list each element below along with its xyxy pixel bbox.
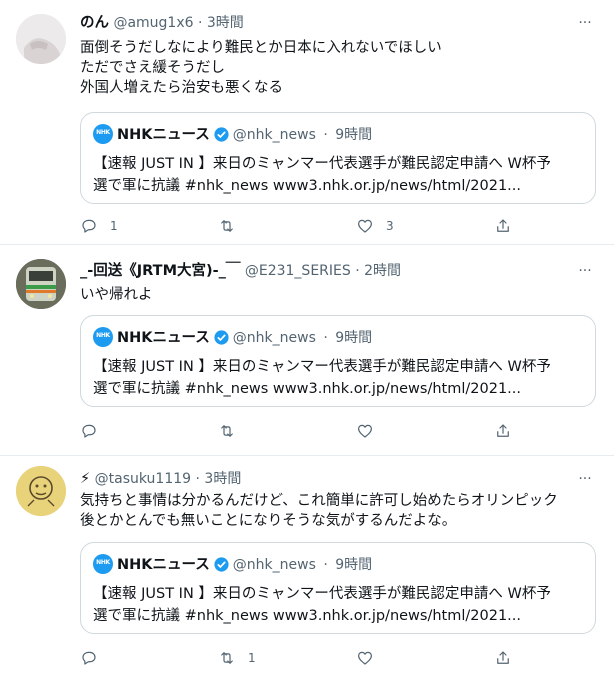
tweet-text: 気持ちと事情は分かるんだけど、これ簡単に許可し始めたらオリンピック 後とかとんで… — [80, 491, 600, 531]
avatar[interactable] — [16, 466, 66, 516]
reply-count: 1 — [110, 219, 118, 233]
timestamp[interactable]: 2時間 — [364, 263, 401, 279]
tweet-header: ⚡ @tasuku1119 · 3時間 — [80, 470, 241, 488]
quoted-author-handle[interactable]: @nhk_news — [233, 127, 316, 143]
verified-badge-icon — [214, 126, 229, 142]
retweet-icon — [221, 220, 233, 232]
retweet-icon — [221, 425, 233, 437]
quoted-text-line: 【速報 JUST IN 】来日のミャンマー代表選手が難民認定申請へ W杯予 — [93, 586, 551, 602]
like-icon — [358, 424, 372, 438]
author-name[interactable]: _-回送《JRTM大宮)-_￣ — [80, 263, 240, 279]
like-icon — [358, 651, 372, 665]
author-handle[interactable]: @tasuku1119 — [95, 471, 191, 487]
quoted-timestamp[interactable]: 9時間 — [335, 557, 372, 573]
more-icon[interactable]: ··· — [574, 264, 596, 284]
share-button[interactable] — [494, 216, 512, 236]
quoted-timestamp[interactable]: 9時間 — [335, 127, 372, 143]
retweet-button[interactable]: 1 — [218, 648, 256, 668]
separator: · — [355, 263, 360, 279]
share-icon — [497, 424, 509, 437]
quoted-author-name[interactable]: NHKニュース — [117, 127, 210, 143]
quoted-tweet[interactable]: NHK NHKニュース @nhk_news · 9時間 【速報 JUST IN 】来… — [80, 542, 596, 634]
tweet-text-line: 気持ちと事情は分かるんだけど、これ簡単に許可し始めたらオリンピック — [80, 493, 558, 509]
quoted-author-name[interactable]: NHKニュース — [117, 557, 210, 573]
separator: · — [323, 557, 328, 573]
quoted-tweet-header: NHK NHKニュース @nhk_news · 9時間 — [93, 327, 372, 348]
avatar[interactable] — [16, 259, 66, 309]
reply-button[interactable] — [80, 421, 110, 441]
share-icon — [497, 651, 509, 664]
reply-icon — [82, 651, 96, 665]
like-button[interactable] — [356, 648, 386, 668]
author-handle[interactable]: @E231_SERIES — [245, 263, 351, 279]
tweet-text-line: いや帰れよ — [80, 287, 153, 303]
quoted-tweet-text: 【速報 JUST IN 】来日のミャンマー代表選手が難民認定申請へ W杯予 選で… — [93, 583, 583, 627]
tweet-text-line: ただでさえ緩そうだし — [80, 60, 225, 76]
tweet-text-line: 外国人増えたら治安も悪くなる — [80, 80, 283, 96]
tweet[interactable]: _-回送《JRTM大宮)-_￣ @E231_SERIES · 2時間 ··· い… — [0, 245, 614, 455]
tweet-text-line: 面倒そうだしなにより難民とか日本に入れないでほしい — [80, 40, 442, 56]
like-button[interactable]: 3 — [356, 216, 394, 236]
quoted-tweet-text: 【速報 JUST IN 】来日のミャンマー代表選手が難民認定申請へ W杯予 選で… — [93, 153, 583, 197]
tweet-text: 面倒そうだしなにより難民とか日本に入れないでほしい ただでさえ緩そうだし 外国人… — [80, 38, 600, 98]
retweet-button[interactable] — [218, 421, 248, 441]
verified-badge-icon — [214, 556, 229, 572]
separator: · — [197, 15, 203, 31]
retweet-count: 1 — [248, 651, 256, 665]
like-icon — [358, 219, 372, 233]
timestamp[interactable]: 3時間 — [207, 15, 244, 31]
nhk-logo-text: NHK — [96, 129, 110, 136]
more-icon[interactable]: ··· — [574, 472, 596, 492]
tweet-text-line: 後とかとんでも無いことになりそうな気がするんだよな。 — [80, 513, 457, 529]
nhk-logo-text: NHK — [96, 332, 110, 339]
tweet-actions: 1 — [80, 648, 600, 668]
share-button[interactable] — [494, 648, 512, 668]
tweet-actions: 1 3 — [80, 216, 600, 236]
share-icon — [497, 219, 509, 232]
tweet-header: のん @amug1x6 · 3時間 — [80, 14, 244, 32]
quoted-author-name[interactable]: NHKニュース — [117, 330, 210, 346]
quoted-author-handle[interactable]: @nhk_news — [233, 330, 316, 346]
author-handle[interactable]: @amug1x6 — [113, 15, 193, 31]
author-name[interactable]: のん — [80, 15, 109, 31]
reply-icon — [82, 424, 96, 438]
quoted-text-line: 選で軍に抗議 #nhk_news www3.nhk.or.jp/news/htm… — [93, 608, 521, 624]
nhk-logo-text: NHK — [96, 559, 110, 566]
more-icon[interactable]: ··· — [574, 16, 596, 36]
separator: · — [195, 471, 200, 487]
like-button[interactable] — [356, 421, 386, 441]
avatar[interactable] — [16, 14, 66, 64]
verified-badge-icon — [214, 329, 229, 345]
reply-button[interactable]: 1 — [80, 216, 118, 236]
tweet-header: _-回送《JRTM大宮)-_￣ @E231_SERIES · 2時間 — [80, 262, 401, 280]
share-button[interactable] — [494, 421, 512, 441]
quoted-tweet-text: 【速報 JUST IN 】来日のミャンマー代表選手が難民認定申請へ W杯予 選で… — [93, 356, 583, 400]
nhk-logo-avatar[interactable]: NHK — [93, 554, 113, 574]
timestamp[interactable]: 3時間 — [204, 471, 241, 487]
quoted-text-line: 選で軍に抗議 #nhk_news www3.nhk.or.jp/news/htm… — [93, 178, 521, 194]
nhk-logo-avatar[interactable]: NHK — [93, 124, 113, 144]
quoted-text-line: 【速報 JUST IN 】来日のミャンマー代表選手が難民認定申請へ W杯予 — [93, 156, 551, 172]
reply-icon — [82, 219, 96, 233]
author-name[interactable]: ⚡ — [80, 471, 90, 487]
quoted-tweet[interactable]: NHK NHKニュース @nhk_news · 9時間 【速報 JUST IN 】来… — [80, 112, 596, 204]
nhk-logo-avatar[interactable]: NHK — [93, 327, 113, 347]
quoted-author-handle[interactable]: @nhk_news — [233, 557, 316, 573]
tweet[interactable]: のん @amug1x6 · 3時間 ··· 面倒そうだしなにより難民とか日本に入… — [0, 0, 614, 244]
separator: · — [323, 330, 328, 346]
retweet-button[interactable] — [218, 216, 248, 236]
reply-button[interactable] — [80, 648, 110, 668]
tweet[interactable]: ⚡ @tasuku1119 · 3時間 ··· 気持ちと事情は分かるんだけど、こ… — [0, 456, 614, 680]
retweet-icon — [221, 652, 233, 664]
quoted-timestamp[interactable]: 9時間 — [335, 330, 372, 346]
like-count: 3 — [386, 219, 394, 233]
quoted-text-line: 選で軍に抗議 #nhk_news www3.nhk.or.jp/news/htm… — [93, 381, 521, 397]
quoted-text-line: 【速報 JUST IN 】来日のミャンマー代表選手が難民認定申請へ W杯予 — [93, 359, 551, 375]
tweet-text: いや帰れよ — [80, 285, 600, 305]
separator: · — [323, 127, 328, 143]
quoted-tweet-header: NHK NHKニュース @nhk_news · 9時間 — [93, 124, 372, 145]
quoted-tweet[interactable]: NHK NHKニュース @nhk_news · 9時間 【速報 JUST IN 】来… — [80, 315, 596, 407]
tweet-actions — [80, 421, 600, 441]
quoted-tweet-header: NHK NHKニュース @nhk_news · 9時間 — [93, 554, 372, 575]
